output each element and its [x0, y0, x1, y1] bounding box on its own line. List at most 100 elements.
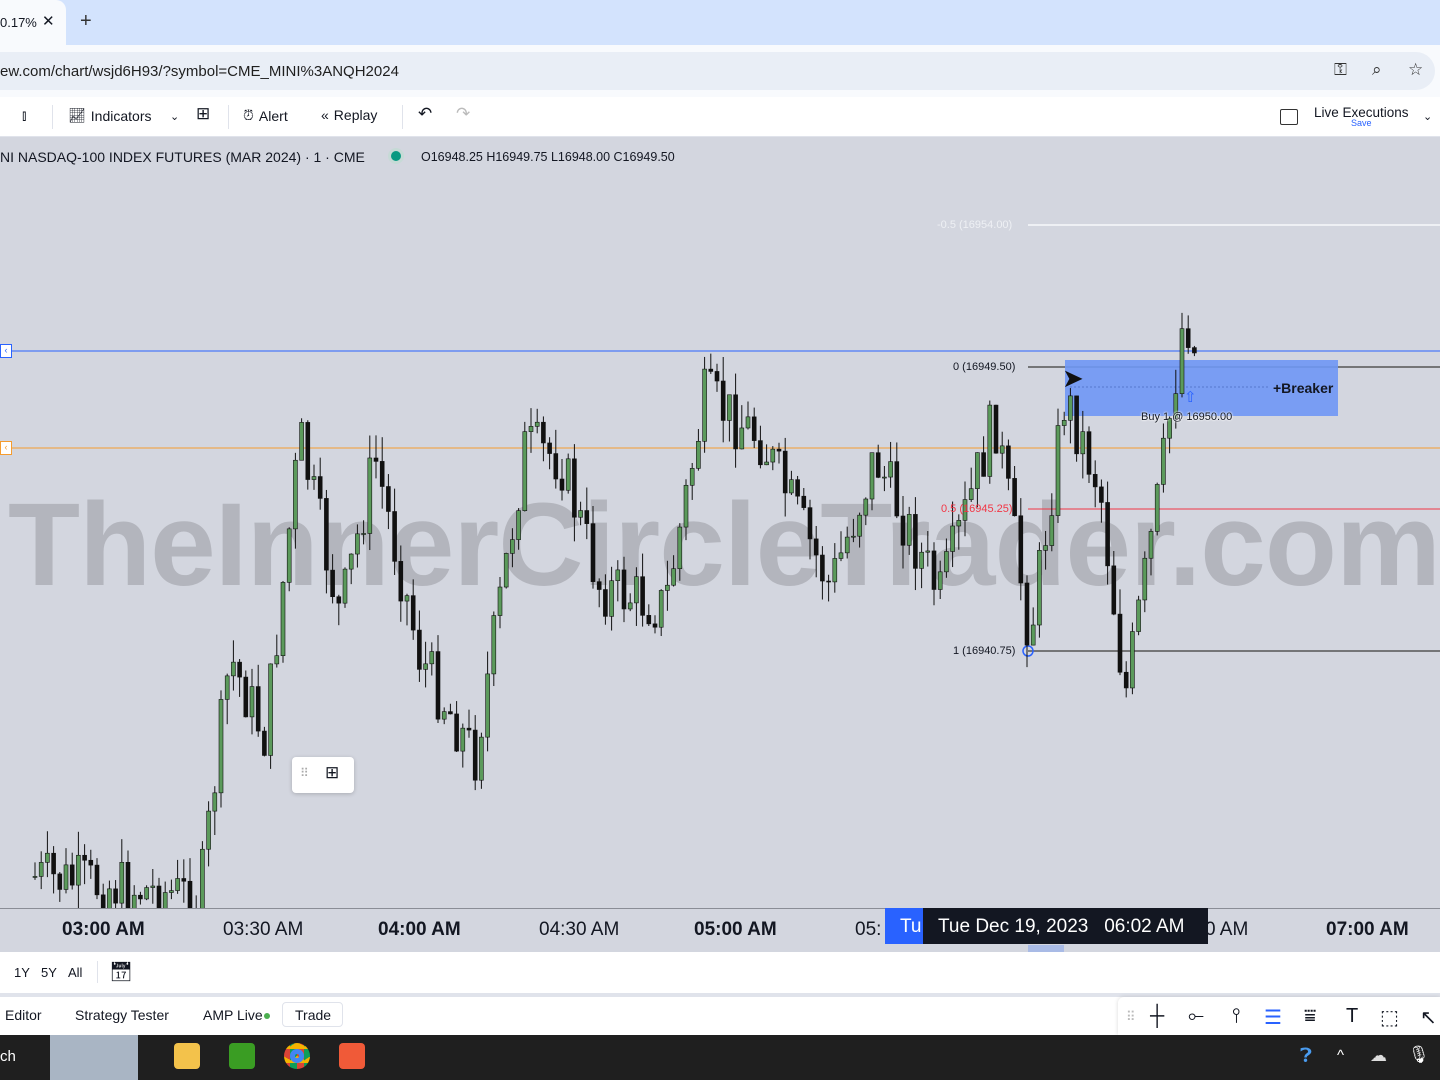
candle-type-icon[interactable]: ⫾: [22, 107, 26, 124]
key-icon[interactable]: ⚿: [1334, 60, 1347, 80]
candle-body: [1086, 431, 1092, 475]
fib-extension-icon[interactable]: ⩸: [1304, 1005, 1316, 1028]
line-handle[interactable]: ‹: [0, 344, 12, 358]
candle-body: [367, 457, 373, 534]
range-5y[interactable]: 5Y: [41, 965, 57, 980]
candle-body: [1192, 347, 1197, 354]
candle-body: [1037, 550, 1042, 626]
candle-body: [981, 452, 986, 477]
candle-body: [286, 528, 292, 583]
range-1y[interactable]: 1Y: [14, 965, 30, 980]
candle-body: [714, 371, 720, 382]
date-range-bar: 1Y 5Y All 📅︎: [0, 952, 1440, 993]
candle-body: [522, 431, 528, 511]
chart-pane[interactable]: TheInnerCircleTrader.com NI NASDAQ-100 I…: [0, 137, 1440, 908]
candle-body: [838, 552, 844, 559]
crosshair-range-label: Tu: [885, 908, 923, 944]
candle-body: [262, 730, 267, 756]
candle-body: [311, 476, 317, 480]
tab-editor[interactable]: Editor: [5, 1007, 42, 1023]
candle-body: [1061, 420, 1067, 426]
candle-body: [448, 711, 453, 715]
candle-body: [900, 515, 906, 546]
horizontal-ray-icon[interactable]: ⟜: [1188, 1005, 1204, 1028]
candle-body: [1148, 531, 1154, 559]
candle-body: [224, 675, 230, 700]
drag-handle-icon[interactable]: ⠿: [300, 766, 309, 780]
chevron-up-icon[interactable]: ^: [1337, 1047, 1344, 1064]
candle-body: [429, 651, 435, 665]
range-all[interactable]: All: [68, 965, 82, 980]
candle-body: [547, 442, 552, 454]
time-axis[interactable]: 03:00 AM 03:30 AM 04:00 AM 04:30 AM 05:0…: [0, 908, 1440, 953]
url-field[interactable]: ew.com/chart/wsjd6H93/?symbol=CME_MINI%3…: [0, 52, 1435, 90]
time-label: 04:30 AM: [539, 919, 620, 940]
alarm-icon: ⏰︎: [243, 107, 254, 123]
candle-body: [534, 421, 540, 427]
chevron-down-icon[interactable]: ⌄: [1423, 110, 1432, 123]
candle-body: [671, 568, 676, 586]
microphone-icon[interactable]: 🎙︎: [1408, 1045, 1430, 1065]
text-icon[interactable]: T: [1346, 1005, 1358, 1028]
file-explorer-icon[interactable]: [174, 1043, 200, 1069]
chevron-down-icon[interactable]: ⌄: [170, 110, 179, 123]
price-chart[interactable]: [0, 137, 1440, 908]
close-tab-icon[interactable]: ✕: [42, 12, 55, 30]
indicators-button[interactable]: 📈︎ Indicators: [68, 107, 151, 124]
layout-icon[interactable]: ⊞: [196, 104, 210, 124]
help-icon[interactable]: ❓︎: [1300, 1045, 1312, 1068]
candle-body: [528, 426, 534, 432]
trade-button[interactable]: Trade: [282, 1002, 343, 1027]
undo-icon[interactable]: ↶: [418, 104, 432, 124]
candle-body: [702, 368, 707, 442]
candle-body: [1006, 445, 1011, 479]
tab-strategy-tester[interactable]: Strategy Tester: [75, 1007, 169, 1023]
browser-tab[interactable]: 0.17% ✕: [0, 0, 66, 45]
pointer-icon[interactable]: ↖: [1420, 1005, 1437, 1030]
candle-body: [503, 553, 509, 588]
candle-body: [107, 888, 112, 908]
alert-button[interactable]: ⏰︎ Alert: [243, 107, 288, 124]
candle-body: [324, 498, 329, 571]
app-c-green-icon[interactable]: [229, 1043, 255, 1069]
line-handle[interactable]: ‹: [0, 441, 12, 455]
bottom-panel-tabs: Editor Strategy Tester AMP Live Trade ⠿ …: [0, 997, 1440, 1035]
candle-body: [627, 602, 633, 610]
candle-body: [1136, 599, 1141, 632]
vertical-line-icon[interactable]: ⫯: [1232, 1005, 1241, 1028]
fib-retracement-icon[interactable]: ☰: [1264, 1005, 1282, 1030]
candle-body: [658, 590, 664, 628]
cloud-icon[interactable]: ☁: [1370, 1046, 1387, 1066]
candle-body: [472, 729, 478, 781]
drag-handle-icon[interactable]: ⠿: [1126, 1009, 1136, 1025]
add-layout-icon[interactable]: ⊞: [325, 763, 339, 783]
candle-body: [144, 887, 149, 900]
zoom-icon[interactable]: ⌕: [1372, 60, 1382, 80]
floating-toolbar[interactable]: ⠿ ⊞: [292, 757, 354, 793]
candle-body: [1117, 613, 1123, 673]
replay-button[interactable]: «Replay: [321, 107, 377, 123]
candle-body: [937, 571, 943, 590]
candle-body: [869, 452, 875, 500]
tab-amp-live[interactable]: AMP Live: [203, 1007, 263, 1023]
time-label: 0 AM: [1205, 919, 1249, 940]
search-text[interactable]: ch: [0, 1048, 16, 1065]
crosshair-icon[interactable]: ┼: [1150, 1005, 1164, 1028]
live-executions-checkbox[interactable]: [1280, 109, 1298, 125]
chrome-icon[interactable]: [284, 1043, 310, 1069]
app-c-orange-icon[interactable]: [339, 1043, 365, 1069]
star-icon[interactable]: ☆: [1408, 60, 1423, 80]
rectangle-icon[interactable]: ⬚: [1380, 1005, 1399, 1030]
candle-body: [956, 520, 962, 527]
candle-body: [1043, 545, 1048, 551]
candle-body: [76, 854, 81, 886]
goto-date-icon[interactable]: 📅︎: [109, 960, 133, 984]
fib-level-minus-0-5: -0.5 (16954.00): [937, 219, 1013, 231]
candle-body: [559, 478, 565, 491]
candle-body: [231, 661, 236, 677]
redo-icon[interactable]: ↷: [456, 104, 470, 124]
candle-body: [249, 686, 255, 718]
live-executions-button[interactable]: Live Executions Save: [1314, 105, 1409, 128]
new-tab-button[interactable]: +: [80, 10, 92, 33]
candle-body: [851, 535, 856, 538]
